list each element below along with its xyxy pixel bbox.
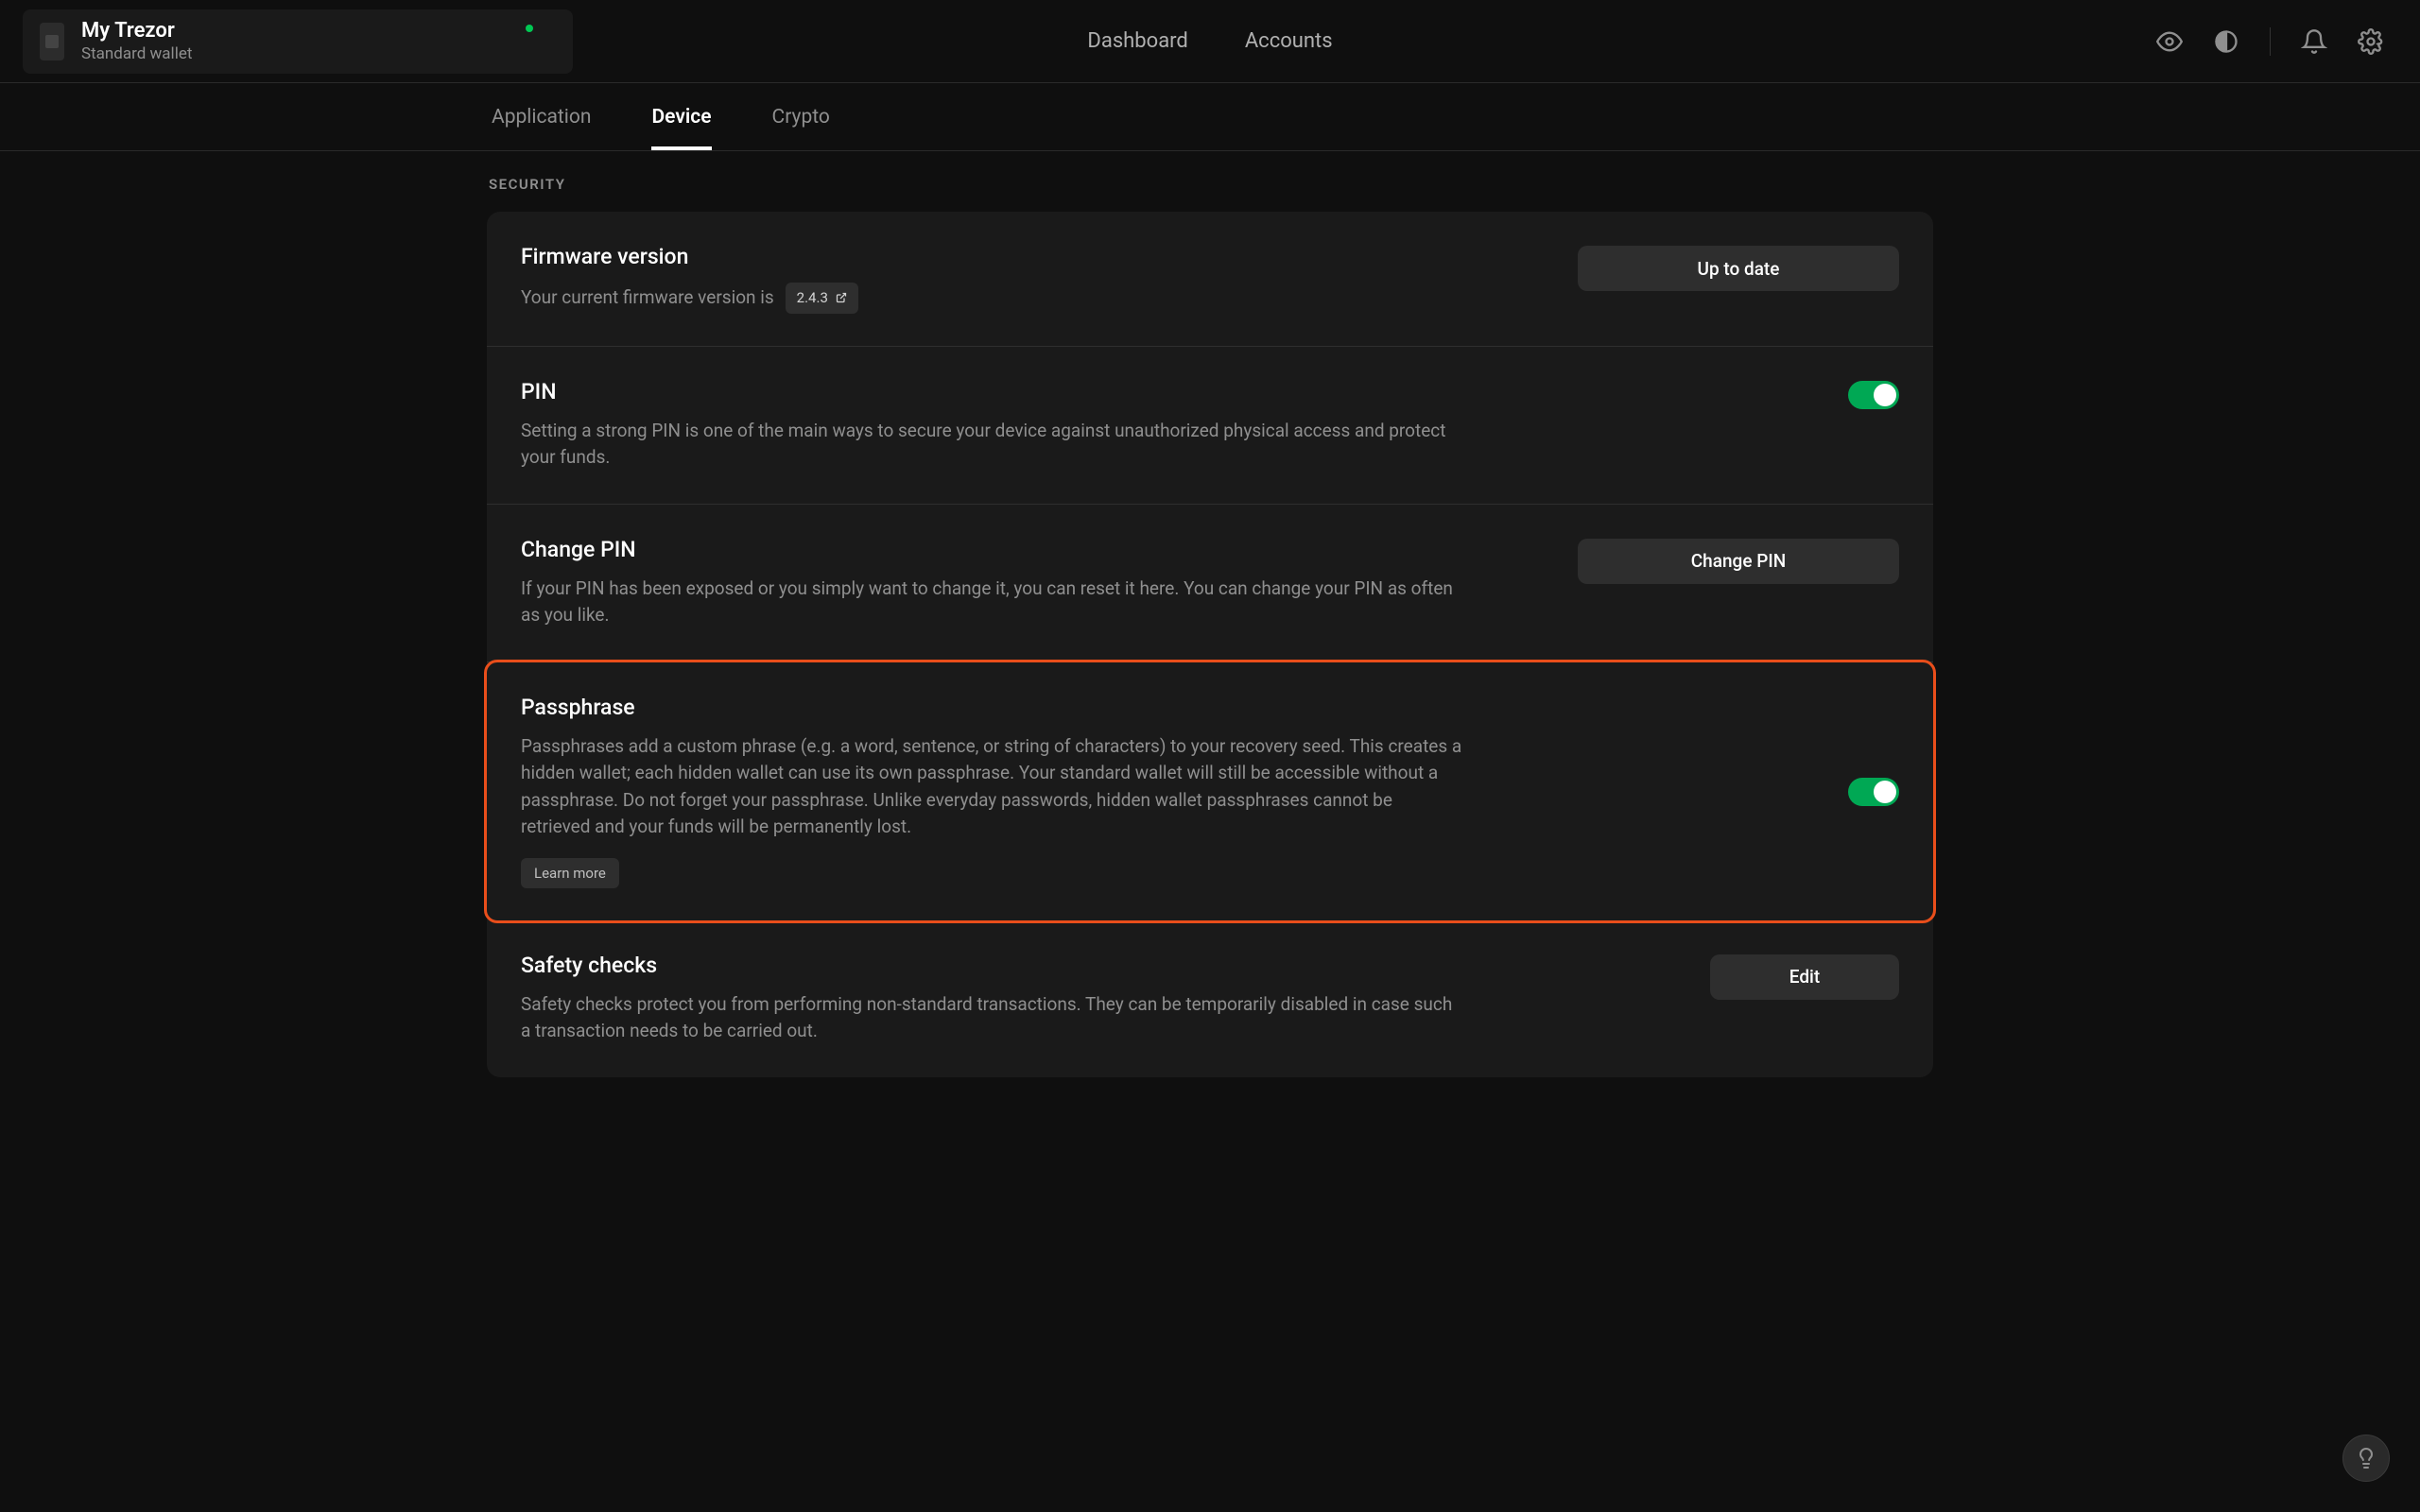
lightbulb-icon bbox=[2355, 1447, 2377, 1469]
settings-row-pin: PIN Setting a strong PIN is one of the m… bbox=[487, 347, 1933, 505]
pin-toggle-knob bbox=[1874, 384, 1896, 406]
device-subtitle: Standard wallet bbox=[81, 44, 192, 63]
nav-dashboard[interactable]: Dashboard bbox=[1087, 29, 1187, 53]
firmware-version-badge[interactable]: 2.4.3 bbox=[786, 283, 858, 314]
theme-icon[interactable] bbox=[2213, 28, 2239, 55]
device-name: My Trezor bbox=[81, 19, 192, 43]
device-info: My Trezor Standard wallet bbox=[81, 19, 192, 63]
pin-desc: Setting a strong PIN is one of the main … bbox=[521, 418, 1466, 472]
firmware-desc-text: Your current firmware version is bbox=[521, 284, 774, 312]
device-card[interactable]: My Trezor Standard wallet bbox=[23, 9, 573, 74]
pin-toggle[interactable] bbox=[1848, 381, 1899, 409]
help-fab[interactable] bbox=[2342, 1435, 2390, 1482]
title-bar: My Trezor Standard wallet Dashboard Acco… bbox=[0, 0, 2420, 83]
safety-desc: Safety checks protect you from performin… bbox=[521, 991, 1466, 1045]
eye-icon[interactable] bbox=[2156, 28, 2183, 55]
settings-row-safety: Safety checks Safety checks protect you … bbox=[487, 920, 1933, 1077]
settings-row-passphrase: Passphrase Passphrases add a custom phra… bbox=[484, 660, 1936, 923]
settings-card: Firmware version Your current firmware v… bbox=[487, 212, 1933, 1077]
external-link-icon bbox=[836, 292, 847, 303]
passphrase-toggle-knob bbox=[1874, 781, 1896, 803]
status-dot-online bbox=[526, 25, 533, 32]
firmware-desc: Your current firmware version is 2.4.3 bbox=[521, 283, 858, 314]
hardware-wallet-icon bbox=[40, 23, 64, 60]
change-pin-button[interactable]: Change PIN bbox=[1578, 539, 1899, 584]
passphrase-desc: Passphrases add a custom phrase (e.g. a … bbox=[521, 733, 1466, 841]
safety-title: Safety checks bbox=[521, 953, 1466, 978]
icon-divider bbox=[2270, 27, 2271, 56]
firmware-status-button[interactable]: Up to date bbox=[1578, 246, 1899, 291]
nav-accounts[interactable]: Accounts bbox=[1245, 29, 1333, 53]
gear-icon[interactable] bbox=[2358, 28, 2384, 55]
passphrase-learn-more[interactable]: Learn more bbox=[521, 858, 619, 888]
firmware-title: Firmware version bbox=[521, 244, 858, 269]
bell-icon[interactable] bbox=[2301, 28, 2327, 55]
change-pin-desc: If your PIN has been exposed or you simp… bbox=[521, 576, 1466, 629]
pin-title: PIN bbox=[521, 379, 1466, 404]
title-icon-tray bbox=[2156, 27, 2397, 56]
settings-row-firmware: Firmware version Your current firmware v… bbox=[487, 212, 1933, 347]
passphrase-toggle[interactable] bbox=[1848, 778, 1899, 806]
subtabs: Application Device Crypto bbox=[492, 83, 830, 150]
passphrase-title: Passphrase bbox=[521, 695, 1466, 720]
subtab-application[interactable]: Application bbox=[492, 83, 591, 150]
top-nav: Dashboard Accounts bbox=[1087, 29, 1332, 53]
subtabs-bar: Application Device Crypto bbox=[0, 83, 2420, 151]
settings-row-change-pin: Change PIN If your PIN has been exposed … bbox=[487, 505, 1933, 662]
content: SECURITY Firmware version Your current f… bbox=[0, 151, 2420, 1077]
safety-edit-button[interactable]: Edit bbox=[1710, 954, 1899, 1000]
section-label-security: SECURITY bbox=[487, 170, 1933, 212]
subtab-device[interactable]: Device bbox=[651, 83, 711, 150]
firmware-version-text: 2.4.3 bbox=[797, 287, 828, 309]
subtab-crypto[interactable]: Crypto bbox=[772, 83, 830, 150]
change-pin-title: Change PIN bbox=[521, 537, 1466, 562]
